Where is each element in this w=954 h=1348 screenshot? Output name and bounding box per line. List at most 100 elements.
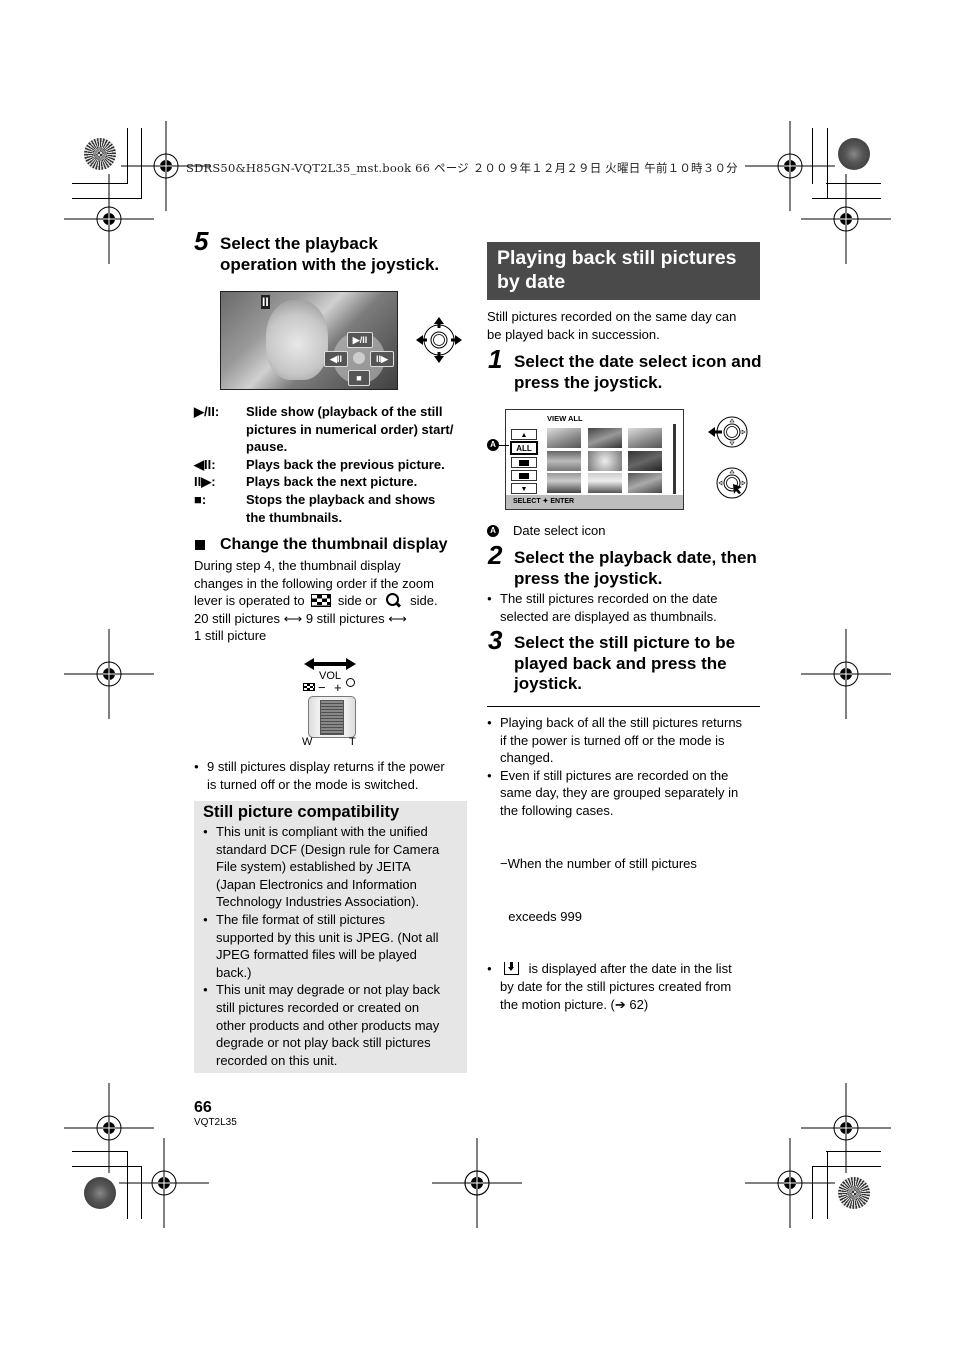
- date-group-button[interactable]: [511, 457, 537, 468]
- compatibility-title: Still picture compatibility: [203, 803, 400, 821]
- bullet-item: The file format of still pictures suppor…: [203, 911, 465, 981]
- plus-label: +: [334, 680, 342, 695]
- bullet-item: This unit is compliant with the unified …: [203, 823, 465, 911]
- registration-mark: [118, 1137, 210, 1229]
- thumbnail[interactable]: [628, 473, 662, 493]
- zoom-lever-diagram: VOL − + W T: [298, 656, 366, 751]
- joystick-press-left-icon: [708, 416, 748, 448]
- playback-screen-photo: II ▶/II ◀II II▶ ■: [220, 291, 398, 390]
- scrollbar[interactable]: [673, 424, 676, 494]
- step-3-number: 3: [488, 625, 503, 655]
- magnifier-icon: [384, 593, 402, 608]
- wide-thumbnail-icon: [303, 683, 315, 691]
- bullet-item: 9 still pictures display returns if the …: [194, 758, 474, 793]
- double-arrow-icon: [304, 658, 356, 670]
- previous-button[interactable]: ◀II: [324, 351, 348, 367]
- text-line: changes in the following order if the zo…: [194, 575, 434, 591]
- joystick-press-center-icon: [716, 467, 748, 499]
- page-number: 66: [194, 1099, 212, 1116]
- t-label: T: [349, 736, 356, 748]
- control-desc: Plays back the next picture.: [246, 474, 418, 490]
- compatibility-bullets: This unit is compliant with the unified …: [203, 823, 465, 1069]
- thumbnail[interactable]: [547, 473, 581, 493]
- control-key: II▶:: [194, 474, 216, 490]
- joystick-four-way-icon: [416, 317, 462, 363]
- registration-mark: [120, 120, 212, 212]
- control-key: ◀II:: [194, 456, 216, 472]
- power-note: 9 still pictures display returns if the …: [194, 758, 474, 793]
- thumbnail[interactable]: [588, 451, 622, 471]
- compatibility-box: Still picture compatibility This unit is…: [194, 801, 467, 1073]
- step-5-title-line: operation with the joystick.: [220, 254, 440, 274]
- registration-mark: [800, 628, 892, 720]
- callout-a-marker: A: [487, 439, 499, 451]
- section-banner: Playing back still pictures by date: [487, 242, 760, 300]
- intro-text: Still pictures recorded on the same day …: [487, 309, 737, 342]
- registration-marks: [63, 120, 892, 1229]
- control-row-stop: ■: Stops the playback and shows the thum…: [194, 491, 474, 526]
- lcd-footer: SELECT ✦ ENTER: [506, 495, 683, 509]
- step-2-note: The still pictures recorded on the date …: [487, 590, 767, 625]
- callout-a-legend: Date select icon: [513, 523, 606, 538]
- banner-line: by date: [497, 271, 566, 293]
- thumbnail[interactable]: [588, 428, 622, 448]
- bullet-item: This unit may degrade or not play back s…: [203, 981, 465, 1069]
- bullet-item: is displayed after the date in the list …: [487, 960, 767, 1013]
- thumbnail[interactable]: [547, 428, 581, 448]
- registration-mark: [800, 1082, 892, 1174]
- bullet-item: Playing back of all the still pictures r…: [487, 714, 767, 767]
- motion-extract-icon: [504, 962, 519, 976]
- control-row-previous: ◀II: Plays back the previous picture.: [194, 456, 474, 474]
- registration-mark: [63, 1082, 155, 1174]
- control-definitions: ▶/II: Slide show (playback of the still …: [194, 403, 474, 526]
- thumbnail[interactable]: [628, 451, 662, 471]
- control-row-play-pause: ▶/II: Slide show (playback of the still …: [194, 403, 474, 456]
- registration-mark: [63, 173, 155, 265]
- bullet-item: Even if still pictures are recorded on t…: [487, 767, 767, 820]
- thumbnail[interactable]: [588, 473, 622, 493]
- control-row-next: II▶: Plays back the next picture.: [194, 473, 474, 491]
- text-line: 1 still picture: [194, 628, 267, 644]
- next-button[interactable]: II▶: [370, 351, 394, 367]
- text-line: 20 still pictures ⟷ 9 still pictures ⟷: [194, 610, 407, 626]
- step-5-title: Select the playback operation with the j…: [220, 234, 439, 275]
- control-key: ■:: [194, 491, 207, 507]
- stop-button[interactable]: ■: [348, 370, 370, 386]
- step-3-title: Select the still picture to be played ba…: [514, 633, 736, 693]
- tele-magnifier-icon: [346, 678, 355, 687]
- banner-line: Playing back still pictures: [497, 247, 737, 269]
- child-face-image: [266, 300, 328, 380]
- step-2-number: 2: [488, 540, 503, 570]
- registration-mark: [744, 120, 836, 212]
- step-5-title-line: Select the playback: [220, 234, 378, 253]
- thumbnail-section-text: During step 4, the thumbnail display cha…: [194, 557, 474, 645]
- step-1-number: 1: [488, 344, 503, 374]
- view-all-lcd-screen: VIEW ALL ▲ ALL ▼ SELECT ✦ ENTER: [505, 409, 684, 510]
- scroll-down-button[interactable]: ▼: [511, 483, 537, 494]
- control-desc: Plays back the previous picture.: [246, 456, 445, 472]
- control-key: ▶/II:: [194, 404, 220, 419]
- document-code: VQT2L35: [194, 1117, 237, 1128]
- callout-line: [499, 445, 509, 446]
- thumbnail[interactable]: [547, 451, 581, 471]
- square-bullet-icon: [195, 540, 205, 550]
- control-desc: Stops the playback and shows the thumbna…: [246, 491, 436, 525]
- lcd-title: VIEW ALL: [547, 414, 583, 423]
- section-divider: [487, 706, 760, 707]
- play-pause-button[interactable]: ▶/II: [347, 332, 373, 348]
- date-playback-notes: Playing back of all the still pictures r…: [487, 714, 767, 1013]
- thumbnail[interactable]: [628, 428, 662, 448]
- zoom-lever-button: [308, 696, 356, 738]
- registration-mark: [63, 628, 155, 720]
- registration-mark: [744, 1137, 836, 1229]
- thumbnail-section-heading: Change the thumbnail display: [220, 536, 448, 553]
- center-dot-icon: [353, 352, 365, 364]
- all-date-select-button[interactable]: ALL: [510, 441, 538, 455]
- pause-indicator-icon: II: [261, 295, 270, 309]
- step-2-title: Select the playback date, then press the…: [514, 548, 757, 588]
- minus-label: −: [318, 680, 326, 695]
- scroll-up-button[interactable]: ▲: [511, 429, 537, 440]
- text-line: During step 4, the thumbnail display: [194, 558, 401, 573]
- control-desc: Slide show (playback of the still pictur…: [246, 404, 454, 455]
- motion-group-button[interactable]: [511, 470, 537, 481]
